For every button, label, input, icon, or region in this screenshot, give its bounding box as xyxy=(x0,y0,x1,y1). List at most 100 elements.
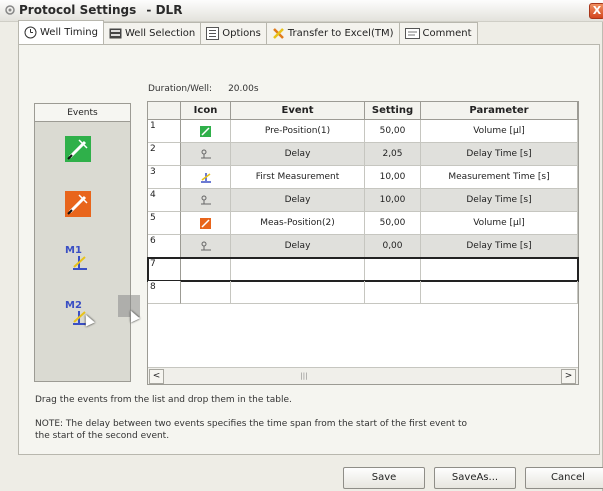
row-event[interactable]: Delay xyxy=(231,143,365,166)
save-button[interactable]: Save xyxy=(343,467,425,489)
tab-well-timing[interactable]: Well Timing xyxy=(18,20,104,44)
column-header-num xyxy=(148,102,181,120)
row-icon[interactable] xyxy=(181,143,231,166)
row-event[interactable]: First Measurement xyxy=(231,166,365,189)
tab-label: Options xyxy=(222,28,261,39)
row-event[interactable]: Pre-Position(1) xyxy=(231,120,365,143)
row-icon[interactable] xyxy=(181,281,231,304)
scroll-right-icon[interactable]: > xyxy=(561,369,576,384)
tab-bar: Well Timing Well Selection Options Trans… xyxy=(18,20,478,44)
events-header: Events xyxy=(35,104,130,122)
table-row[interactable]: 1 Pre-Position(1) 50,00 Volume [µl] xyxy=(148,120,578,143)
row-event[interactable]: Meas-Position(2) xyxy=(231,212,365,235)
tab-label: Transfer to Excel(TM) xyxy=(287,28,394,39)
table-row[interactable]: 4 Delay 10,00 Delay Time [s] xyxy=(148,189,578,212)
row-setting[interactable]: 0,00 xyxy=(365,235,421,258)
row-setting[interactable]: 10,00 xyxy=(365,189,421,212)
duration-value: 20.00s xyxy=(228,84,259,94)
delay-icon xyxy=(200,149,211,159)
duration-label: Duration/Well: xyxy=(148,84,213,94)
clock-icon xyxy=(24,26,37,39)
row-setting[interactable] xyxy=(365,281,421,304)
scroll-thumb[interactable]: ||| xyxy=(298,373,310,380)
table-row[interactable]: 3 First Measurement 10,00 Measurement Time … xyxy=(148,166,578,189)
tab-options[interactable]: Options xyxy=(200,22,267,44)
measurement-2-item[interactable]: M2 xyxy=(65,300,95,327)
row-icon[interactable] xyxy=(181,120,231,143)
row-parameter[interactable] xyxy=(421,258,578,281)
row-parameter[interactable]: Delay Time [s] xyxy=(421,235,578,258)
delay-note-text: NOTE: The delay between two events speci… xyxy=(35,419,468,441)
options-icon xyxy=(206,27,220,40)
tab-label: Well Timing xyxy=(40,27,98,38)
row-number: 5 xyxy=(148,212,181,235)
column-header-parameter: Parameter xyxy=(421,102,578,120)
row-number: 2 xyxy=(148,143,181,166)
table-row[interactable]: 6 Delay 0,00 Delay Time [s] xyxy=(148,235,578,258)
tab-transfer-to-excel[interactable]: Transfer to Excel(TM) xyxy=(265,22,400,44)
tab-label: Comment xyxy=(422,28,472,39)
row-number: 1 xyxy=(148,120,181,143)
excel-icon xyxy=(272,28,284,39)
close-button[interactable]: X xyxy=(589,3,603,19)
row-icon[interactable] xyxy=(181,189,231,212)
window-title: Protocol Settings - DLR xyxy=(19,3,182,17)
event-table: Icon Event Setting Parameter 1 Pre-Positi… xyxy=(147,101,579,385)
row-icon[interactable] xyxy=(181,212,231,235)
table-row[interactable]: 7 xyxy=(147,257,579,282)
row-parameter[interactable] xyxy=(421,281,578,304)
row-number: 8 xyxy=(148,281,181,304)
row-event[interactable] xyxy=(231,258,365,281)
green-injector-icon[interactable] xyxy=(65,136,91,162)
row-setting[interactable]: 10,00 xyxy=(365,166,421,189)
row-event[interactable]: Delay xyxy=(231,189,365,212)
table-header: Icon Event Setting Parameter xyxy=(148,102,578,120)
tab-label: Well Selection xyxy=(124,28,196,39)
row-setting[interactable]: 2,05 xyxy=(365,143,421,166)
window-title-sub: - DLR xyxy=(146,3,183,17)
measurement-1-item[interactable]: M1 xyxy=(65,245,91,271)
protocol-settings-window: Protocol Settings - DLR X Well Timing We… xyxy=(0,0,603,491)
row-setting[interactable] xyxy=(365,258,421,281)
measurement-icon xyxy=(200,173,211,183)
row-number: 6 xyxy=(148,235,181,258)
close-icon: X xyxy=(592,4,602,17)
title-bar: Protocol Settings - DLR X xyxy=(0,0,603,22)
row-setting[interactable]: 50,00 xyxy=(365,120,421,143)
row-icon[interactable] xyxy=(181,235,231,258)
cancel-button[interactable]: Cancel xyxy=(525,467,603,489)
drag-hint-text: Drag the events from the list and drop t… xyxy=(35,395,292,405)
grid-icon xyxy=(109,28,122,39)
delay-icon xyxy=(200,241,211,251)
table-row[interactable]: 8 xyxy=(148,281,578,304)
row-setting[interactable]: 50,00 xyxy=(365,212,421,235)
row-parameter[interactable]: Delay Time [s] xyxy=(421,189,578,212)
row-parameter[interactable]: Volume [µl] xyxy=(421,212,578,235)
tab-comment[interactable]: Comment xyxy=(398,22,478,44)
row-parameter[interactable]: Measurement Time [s] xyxy=(421,166,578,189)
measurement-1-icon xyxy=(73,256,87,270)
row-icon[interactable] xyxy=(181,166,231,189)
table-row[interactable]: 2 Delay 2,05 Delay Time [s] xyxy=(148,143,578,166)
column-header-event: Event xyxy=(231,102,365,120)
settings-icon xyxy=(5,5,15,15)
delay-icon xyxy=(200,195,211,205)
row-parameter[interactable]: Delay Time [s] xyxy=(421,143,578,166)
row-event[interactable] xyxy=(231,281,365,304)
window-title-main: Protocol Settings xyxy=(19,3,137,17)
row-icon[interactable] xyxy=(181,258,231,281)
row-number: 7 xyxy=(148,258,181,281)
horizontal-scrollbar[interactable]: < ||| > xyxy=(148,367,578,384)
scroll-left-icon[interactable]: < xyxy=(149,369,164,384)
orange-injector-icon[interactable] xyxy=(65,191,91,217)
table-row[interactable]: 5 Meas-Position(2) 50,00 Volume [µl] xyxy=(148,212,578,235)
duration-per-well: Duration/Well: 20.00s xyxy=(148,84,259,94)
events-list: Events M1 M2 xyxy=(34,103,131,382)
row-number: 3 xyxy=(148,166,181,189)
save-as-button[interactable]: SaveAs... xyxy=(434,467,516,489)
row-number: 4 xyxy=(148,189,181,212)
green-injector-icon xyxy=(200,125,211,137)
row-parameter[interactable]: Volume [µl] xyxy=(421,120,578,143)
tab-well-selection[interactable]: Well Selection xyxy=(102,22,202,44)
row-event[interactable]: Delay xyxy=(231,235,365,258)
